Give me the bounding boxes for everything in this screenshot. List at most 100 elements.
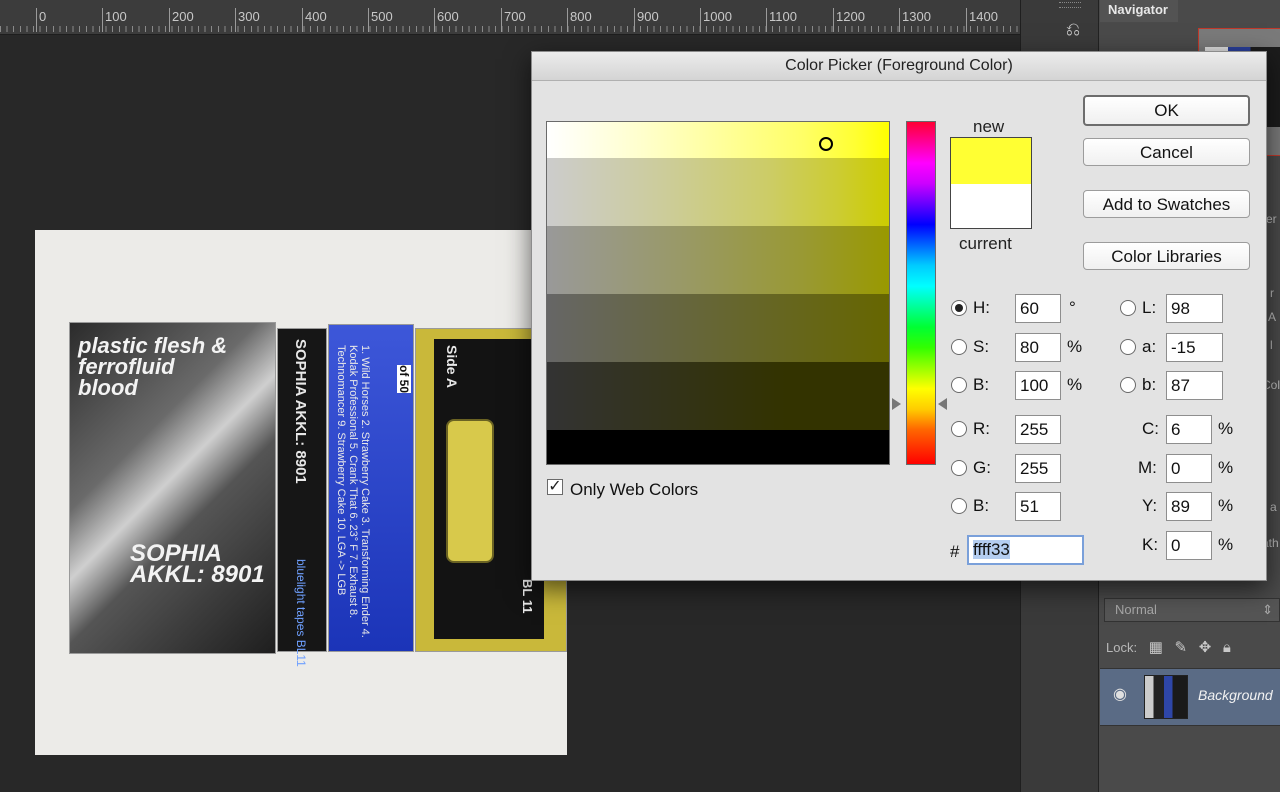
radio-b[interactable] <box>951 377 967 393</box>
tape1-artist: SOPHIA AKKL: 8901 <box>130 540 265 588</box>
cassette-case-1: plastic flesh & ferrofluid blood SOPHIA … <box>69 322 276 654</box>
label-c: C: <box>1142 419 1159 438</box>
lock-transparency-icon[interactable]: ▦ <box>1149 636 1163 660</box>
color-libraries-button[interactable]: Color Libraries <box>1083 242 1250 270</box>
hsb-h-row: H: 60 ° <box>951 294 1101 324</box>
ruler-tick-label: 800 <box>570 9 592 24</box>
hex-input[interactable]: ffff33 <box>967 535 1084 565</box>
radio-lab-b[interactable] <box>1120 377 1136 393</box>
h-input[interactable]: 60 <box>1015 294 1061 323</box>
ruler-tick-label: 900 <box>637 9 659 24</box>
cassette-case-2: SOPHIA AKKL: 8901 bluelight tapes BL11 <box>277 328 327 667</box>
hex-label: # <box>950 542 960 561</box>
ruler-major-tick <box>102 8 103 32</box>
ruler-tick-label: 400 <box>305 9 327 24</box>
ruler-tick-label: 200 <box>172 9 194 24</box>
chevron-updown-icon: ⇕ <box>1262 602 1273 617</box>
s-input[interactable]: 80 <box>1015 333 1061 362</box>
radio-h[interactable] <box>951 300 967 316</box>
ruler-tick-label: 700 <box>504 9 526 24</box>
ruler-tick-label: 1400 <box>969 9 998 24</box>
add-to-swatches-button[interactable]: Add to Swatches <box>1083 190 1250 218</box>
only-web-colors-checkbox[interactable]: ✓ <box>547 479 563 495</box>
label-current: current <box>959 234 1012 253</box>
label-r: R: <box>973 419 990 438</box>
field-band <box>547 430 889 464</box>
label-lab-b: b: <box>1142 375 1157 394</box>
ok-button[interactable]: OK <box>1083 95 1250 126</box>
rgb-b-row: B: 51 <box>951 492 1101 522</box>
ruler-major-tick <box>766 8 767 32</box>
swatch-current-color[interactable] <box>951 184 1031 228</box>
lab-b-input[interactable]: 87 <box>1166 371 1223 400</box>
history-icon[interactable]: ⎌ <box>1060 16 1086 42</box>
r-input[interactable]: 255 <box>1015 415 1061 444</box>
l-input[interactable]: 98 <box>1166 294 1223 323</box>
unit-percent: % <box>1067 337 1083 356</box>
rgb-r-row: R: 255 <box>951 415 1101 445</box>
cancel-button[interactable]: Cancel <box>1083 138 1250 166</box>
lab-a-row: a: -15 <box>1120 333 1230 363</box>
tape2-spine: SOPHIA AKKL: 8901 <box>292 339 309 484</box>
lock-move-icon[interactable]: ✥ <box>1199 636 1212 660</box>
m-input[interactable]: 0 <box>1166 454 1212 483</box>
b-input[interactable]: 100 <box>1015 371 1061 400</box>
k-input[interactable]: 0 <box>1166 531 1212 560</box>
ruler-tick-label: 1000 <box>703 9 732 24</box>
swatch-new-color <box>951 138 1031 184</box>
ruler-major-tick <box>833 8 834 32</box>
hue-slider-right-arrow-icon[interactable] <box>938 398 947 410</box>
g-input[interactable]: 255 <box>1015 454 1061 483</box>
hex-value: ffff33 <box>973 540 1010 559</box>
only-web-colors-label: Only Web Colors <box>570 480 699 499</box>
rgb-b-input[interactable]: 51 <box>1015 492 1061 521</box>
visibility-eye-icon[interactable]: ◉ <box>1108 683 1132 707</box>
c-input[interactable]: 6 <box>1166 415 1212 444</box>
panel-edge-text: er <box>1266 212 1277 226</box>
lock-all-icon[interactable]: 🔒︎ <box>1223 636 1231 660</box>
tab-navigator[interactable]: Navigator <box>1100 0 1178 22</box>
layer-row-background[interactable]: ◉ Background <box>1100 668 1280 726</box>
tape3-edition: of 50 <box>397 365 411 394</box>
horizontal-ruler[interactable]: 0 100 200 300 400 500 600 700 800 900 1000 1100 1200… <box>0 0 1020 35</box>
label-rgb-b: B: <box>973 496 990 515</box>
panel-edge-text: r <box>1270 286 1274 300</box>
ruler-minor-ticks <box>0 26 1020 32</box>
blend-mode-select[interactable]: Normal ⇕ <box>1104 598 1280 622</box>
hue-slider-left-arrow-icon[interactable] <box>892 398 901 410</box>
radio-r[interactable] <box>951 421 967 437</box>
document-image: plastic flesh & ferrofluid blood SOPHIA … <box>35 230 567 755</box>
ruler-tick-label: 100 <box>105 9 127 24</box>
layer-thumbnail <box>1144 675 1188 719</box>
tape4-reel-window <box>446 419 494 563</box>
ruler-major-tick <box>899 8 900 32</box>
label-a: a: <box>1142 337 1157 356</box>
label-k: K: <box>1142 535 1159 554</box>
ruler-tick-label: 1200 <box>836 9 865 24</box>
radio-s[interactable] <box>951 339 967 355</box>
ruler-major-tick <box>966 8 967 32</box>
tape1-title: plastic flesh & ferrofluid blood <box>78 333 228 400</box>
hsb-s-row: S: 80 % <box>951 333 1101 363</box>
panel-edge-text: a <box>1270 500 1277 514</box>
radio-rgb-b[interactable] <box>951 498 967 514</box>
blend-mode-value: Normal <box>1115 602 1157 617</box>
color-field[interactable] <box>546 121 890 465</box>
ruler-major-tick <box>36 8 37 32</box>
ruler-tick-label: 600 <box>437 9 459 24</box>
lock-brush-icon[interactable]: ✎ <box>1175 636 1188 660</box>
radio-g[interactable] <box>951 460 967 476</box>
ruler-tick-label: 300 <box>238 9 260 24</box>
radio-a[interactable] <box>1120 339 1136 355</box>
unit-percent: % <box>1218 496 1234 515</box>
unit-percent: % <box>1218 458 1234 477</box>
panel-edge-text: A <box>1268 310 1277 324</box>
panel-grip[interactable] <box>1059 2 1081 8</box>
y-input[interactable]: 89 <box>1166 492 1212 521</box>
a-input[interactable]: -15 <box>1166 333 1223 362</box>
hue-slider[interactable] <box>906 121 936 465</box>
field-marker[interactable] <box>819 137 833 151</box>
hsb-b-row: B: 100 % <box>951 371 1101 401</box>
radio-l[interactable] <box>1120 300 1136 316</box>
field-band <box>547 226 889 294</box>
